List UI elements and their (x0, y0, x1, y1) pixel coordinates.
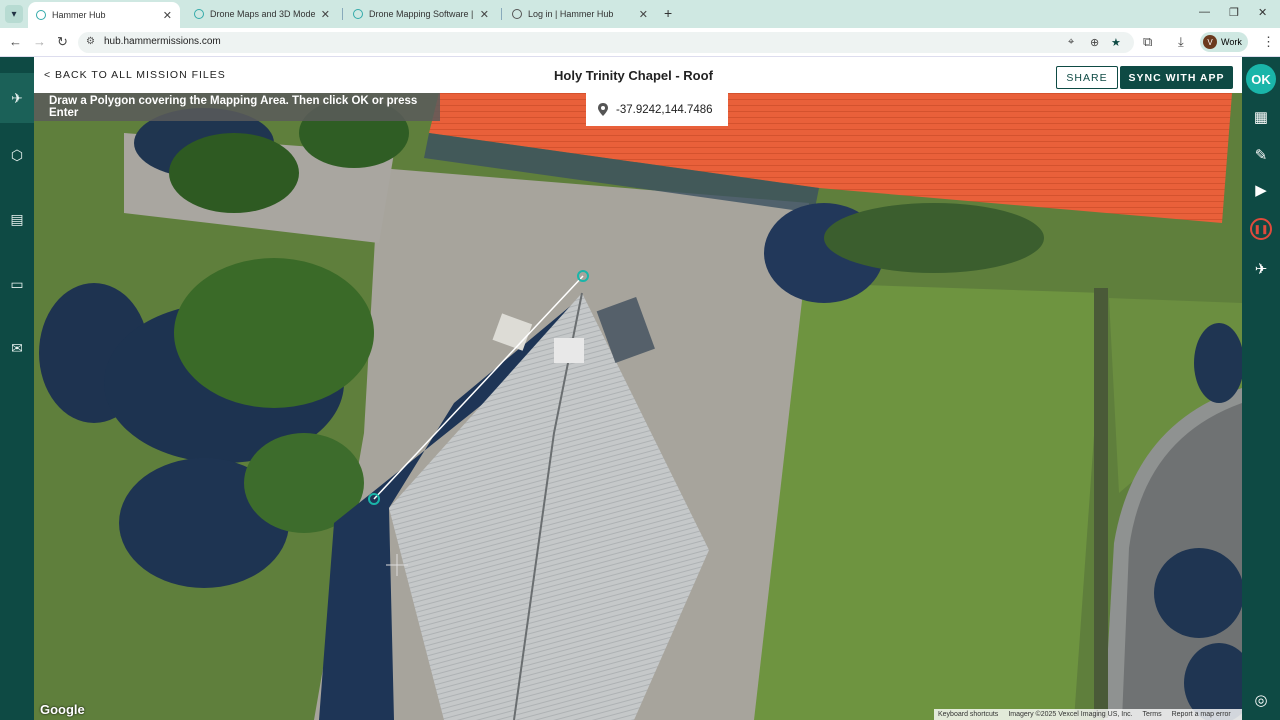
sync-with-app-button[interactable]: SYNC WITH APP (1120, 66, 1233, 89)
map-attribution: Keyboard shortcuts Imagery ©2025 Vexcel … (934, 709, 1242, 720)
chat-icon[interactable]: ✉ (0, 331, 34, 365)
omnibox[interactable]: ⚙ hub.hammermissions.com ⌖ ⊕ ★ (78, 32, 1134, 53)
tree (169, 133, 299, 213)
tab-search-dropdown-icon[interactable]: ▾ (5, 5, 23, 23)
satellite-map[interactable]: Draw a Polygon covering the Mapping Area… (34, 93, 1242, 720)
hammer-favicon-icon (36, 10, 46, 20)
tab-log-in[interactable]: Log in | Hammer Hub ✕ (504, 3, 656, 25)
list-card-icon[interactable]: ▭ (0, 267, 34, 301)
rooftop-vent (554, 338, 584, 363)
close-tab-icon[interactable]: ✕ (163, 9, 172, 22)
hedge-row (1094, 288, 1108, 718)
pause-icon: ❚❚ (1250, 218, 1272, 240)
google-logo: Google (40, 702, 85, 717)
tree-shadow (1154, 548, 1242, 638)
back-arrow-icon[interactable]: ← (9, 34, 22, 49)
reload-icon[interactable]: ↻ (57, 34, 68, 50)
forward-arrow-icon[interactable]: → (33, 34, 46, 49)
url-text[interactable]: hub.hammermissions.com (104, 36, 221, 47)
tab-title: Drone Mapping Software | 4D (369, 9, 474, 19)
hedge (824, 203, 1044, 273)
3d-model-icon[interactable]: ⬡ (0, 138, 34, 172)
mission-header: < BACK TO ALL MISSION FILES Holy Trinity… (34, 57, 1242, 93)
profile-label: Work (1221, 37, 1242, 47)
compass-icon[interactable]: ◎ (1246, 685, 1276, 715)
window-close-icon[interactable]: ✕ (1258, 6, 1267, 19)
tab-title: Log in | Hammer Hub (528, 9, 614, 19)
browser-address-bar: ← → ↻ ⚙ hub.hammermissions.com ⌖ ⊕ ★ ⧉ ⤓… (0, 28, 1280, 57)
bookmark-star-icon[interactable]: ★ (1111, 36, 1121, 49)
location-icon[interactable]: ⌖ (1068, 36, 1074, 49)
close-tab-icon[interactable]: ✕ (321, 8, 330, 21)
browser-tab-bar: ▾ Hammer Hub ✕ Drone Maps and 3D Models:… (0, 0, 1280, 28)
minimize-icon[interactable]: — (1199, 6, 1210, 18)
terms-link[interactable]: Terms (1143, 711, 1162, 718)
browser-menu-icon[interactable]: ⋮ (1262, 34, 1275, 50)
keyboard-shortcuts-link[interactable]: Keyboard shortcuts (938, 711, 998, 718)
right-toolbar: OK ▦ ✎ ▶ ❚❚ ✈ ◎ (1242, 57, 1280, 720)
close-tab-icon[interactable]: ✕ (639, 8, 648, 21)
profile-button[interactable]: V Work (1200, 32, 1248, 52)
drone-flight-icon[interactable]: ✈ (1246, 254, 1276, 284)
extensions-icon[interactable]: ⧉ (1143, 34, 1152, 50)
share-button[interactable]: SHARE (1056, 66, 1118, 89)
tree-shadow (1194, 323, 1242, 403)
coordinate-readout: -37.9242,144.7486 (586, 93, 728, 126)
globe-favicon-icon (512, 9, 522, 19)
new-tab-icon[interactable]: + (664, 5, 672, 21)
play-icon[interactable]: ▶ (1246, 175, 1276, 205)
flight-missions-icon[interactable]: ✈ (0, 73, 34, 123)
right-lawn (754, 283, 1104, 720)
zoom-icon[interactable]: ⊕ (1090, 36, 1099, 49)
back-to-mission-files-link[interactable]: < BACK TO ALL MISSION FILES (44, 69, 226, 81)
hammer-favicon-icon (353, 9, 363, 19)
tab-drone-maps[interactable]: Drone Maps and 3D Models: H ✕ (186, 3, 338, 25)
map-pin-icon (598, 103, 608, 116)
draw-pen-icon[interactable]: ✎ (1246, 140, 1276, 170)
site-info-icon[interactable]: ⚙ (86, 36, 95, 47)
hammer-favicon-icon (194, 9, 204, 19)
close-tab-icon[interactable]: ✕ (480, 8, 489, 21)
tab-drone-mapping-software[interactable]: Drone Mapping Software | 4D ✕ (345, 3, 497, 25)
document-icon[interactable]: ▤ (0, 202, 34, 236)
imagery-credit: Imagery ©2025 Vexcel Imaging US, Inc. (1008, 711, 1133, 718)
map-imagery (34, 93, 1242, 720)
pause-button[interactable]: ❚❚ (1246, 214, 1276, 244)
left-sidebar: ✈ ⬡ ▤ ▭ ✉ (0, 57, 34, 720)
avatar: V (1203, 35, 1217, 49)
tab-title: Hammer Hub (52, 10, 106, 20)
coordinates-text: -37.9242,144.7486 (616, 103, 713, 116)
tab-separator (342, 8, 343, 20)
map-instruction-banner: Draw a Polygon covering the Mapping Area… (34, 93, 440, 121)
maximize-icon[interactable]: ❐ (1229, 6, 1239, 19)
report-map-error-link[interactable]: Report a map error (1172, 711, 1231, 718)
tab-hammer-hub[interactable]: Hammer Hub ✕ (28, 2, 180, 28)
grid-layout-icon[interactable]: ▦ (1246, 102, 1276, 132)
tab-separator (501, 8, 502, 20)
page-title: Holy Trinity Chapel - Roof (554, 68, 713, 83)
tree (174, 258, 374, 408)
ok-button[interactable]: OK (1246, 64, 1276, 94)
tab-title: Drone Maps and 3D Models: H (210, 9, 315, 19)
download-icon[interactable]: ⤓ (1178, 34, 1184, 50)
